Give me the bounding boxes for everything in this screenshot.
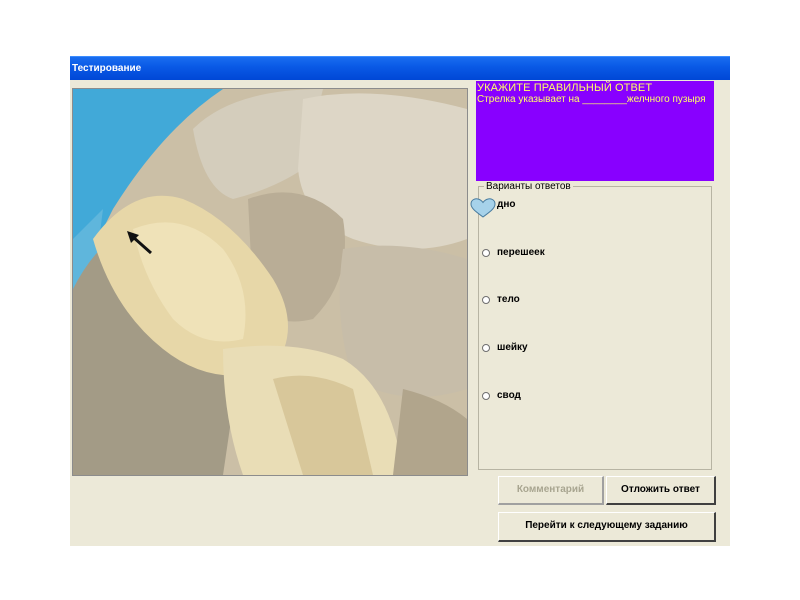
question-panel: УКАЖИТЕ ПРАВИЛЬНЫЙ ОТВЕТ Стрелка указыва…	[476, 81, 714, 181]
test-window: Тестирование УКАЖИТЕ ПРАВИЛЬНЫЙ ОТВЕТ Ст…	[70, 56, 730, 546]
option-label: свод	[497, 390, 521, 401]
title-bar: Тестирование	[70, 56, 730, 80]
option-label: тело	[497, 294, 520, 305]
heart-icon[interactable]	[470, 198, 496, 218]
question-heading: УКАЖИТЕ ПРАВИЛЬНЫЙ ОТВЕТ	[477, 82, 653, 94]
option-label: шейку	[497, 342, 528, 353]
comment-button[interactable]: Комментарий	[498, 476, 604, 505]
option-label: дно	[497, 199, 516, 210]
specimen-photo	[73, 89, 467, 475]
radio-button[interactable]	[482, 296, 490, 304]
answer-options-group	[478, 186, 712, 470]
postpone-answer-button[interactable]: Отложить ответ	[606, 476, 716, 505]
window-title: Тестирование	[72, 63, 142, 74]
option-label: перешеек	[497, 247, 545, 258]
answer-options-legend: Варианты ответов	[484, 181, 573, 192]
next-task-button[interactable]: Перейти к следующему заданию	[498, 512, 716, 542]
radio-button[interactable]	[482, 344, 490, 352]
radio-button[interactable]	[482, 249, 490, 257]
radio-button[interactable]	[482, 392, 490, 400]
specimen-image	[72, 88, 468, 476]
question-text: Стрелка указывает на ________желчного пу…	[477, 94, 706, 105]
